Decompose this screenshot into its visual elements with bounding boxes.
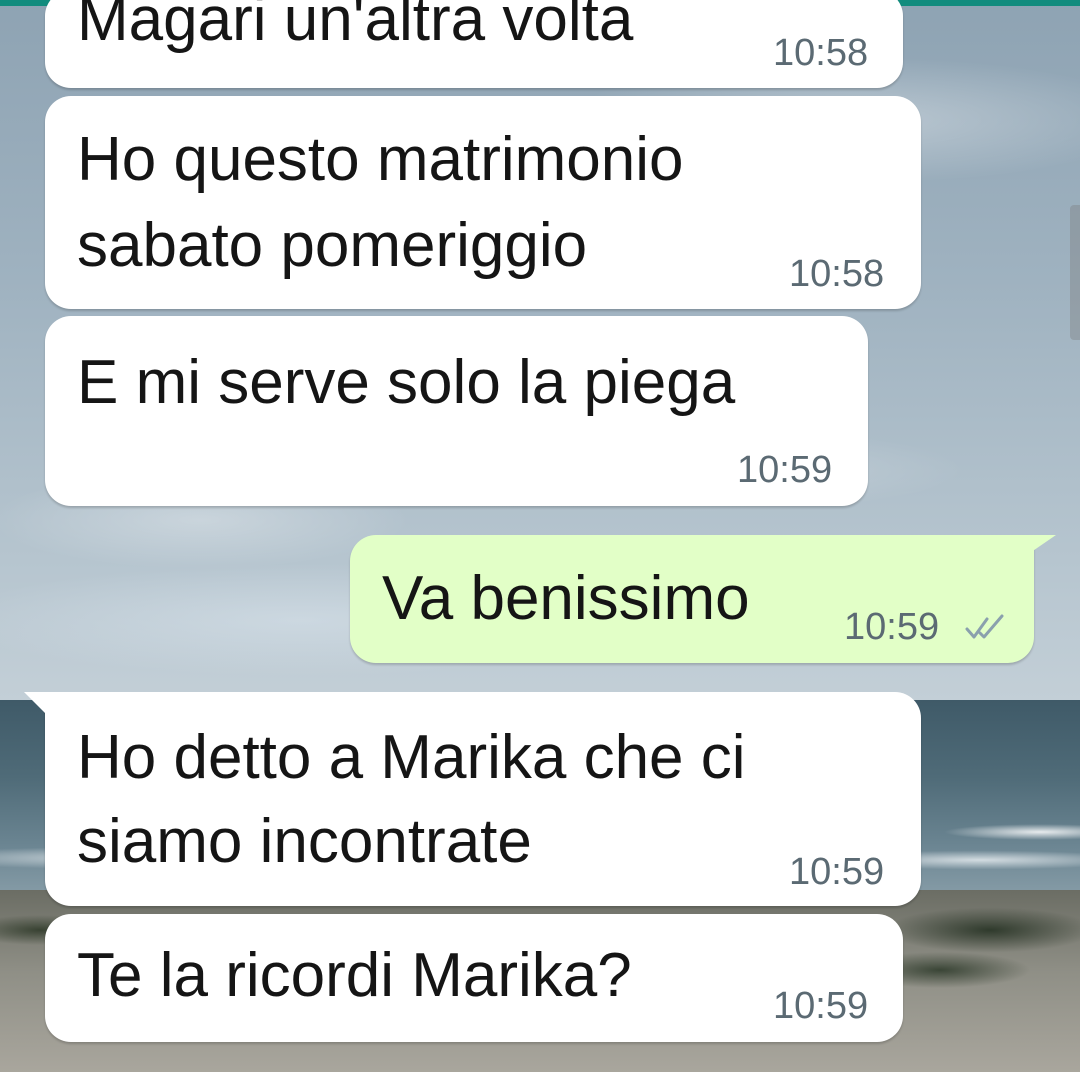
bubble-tail-outgoing [1024,535,1056,557]
message-time: 10:59 [773,985,869,1027]
message-time: 10:58 [773,32,869,74]
message-bubble-incoming[interactable]: Magari un'altra volta 10:58 [45,0,903,88]
message-time: 10:59 [789,851,885,893]
message-bubble-incoming[interactable]: Ho questo matrimonio sabato pomeriggio 1… [45,96,921,309]
double-check-read-icon [965,614,1004,639]
message-bubble-outgoing[interactable]: Va benissimo 10:59 [350,535,1034,663]
message-time: 10:59 [844,606,940,648]
message-bubble-incoming[interactable]: E mi serve solo la piega 10:59 [45,316,868,506]
message-text: Te la ricordi Marika? [77,941,632,1010]
message-bubble-incoming[interactable]: Ho detto a Marika che ci siamo incontrat… [45,692,921,906]
message-time: 10:59 [737,449,833,491]
scrollbar-thumb[interactable] [1070,205,1080,340]
message-text: sabato pomeriggio [77,211,588,280]
message-text: Ho detto a Marika che ci [77,723,746,792]
bubble-tail-incoming [24,692,46,714]
message-text: Ho questo matrimonio [77,125,684,194]
message-time: 10:58 [789,253,885,295]
message-text: E mi serve solo la piega [77,348,736,417]
message-text: Va benissimo [382,564,750,633]
message-text: Magari un'altra volta [77,0,634,54]
message-bubble-incoming[interactable]: Te la ricordi Marika? 10:59 [45,914,903,1042]
message-text: siamo incontrate [77,807,532,876]
